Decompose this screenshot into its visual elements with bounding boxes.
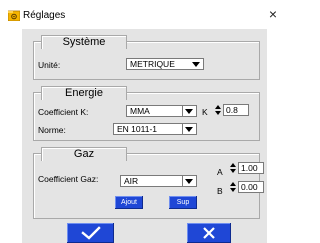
- coef-k-select[interactable]: MMA: [126, 105, 197, 117]
- norme-select[interactable]: EN 1011-1: [113, 123, 197, 135]
- ajout-button[interactable]: Ajout: [115, 196, 143, 209]
- energie-group-title: Energie: [41, 86, 127, 100]
- checkmark-icon: [80, 226, 101, 240]
- title-bar: Réglages ×: [0, 0, 283, 29]
- unite-label: Unité:: [38, 60, 61, 70]
- spin-down-icon: [230, 169, 236, 173]
- unite-select-value: METRIQUE: [130, 59, 175, 69]
- chevron-down-icon: [185, 109, 193, 114]
- norme-select-value: EN 1011-1: [117, 124, 158, 134]
- combo-separator: [182, 176, 183, 186]
- a-label: A: [217, 167, 223, 177]
- b-input[interactable]: 0.00: [238, 181, 264, 193]
- coef-gaz-label: Coefficient Gaz:: [38, 174, 99, 184]
- sup-button[interactable]: Sup: [169, 196, 197, 209]
- coef-gaz-select[interactable]: AIR: [120, 175, 197, 187]
- spin-down-icon: [215, 111, 221, 115]
- settings-dialog: Système Unité: METRIQUE Energie Coeffici…: [22, 29, 267, 243]
- spin-up-icon: [230, 163, 236, 167]
- k-label: K: [202, 107, 208, 117]
- a-input[interactable]: 1.00: [238, 162, 264, 174]
- x-icon: [203, 227, 215, 239]
- chevron-down-icon: [192, 62, 200, 67]
- coef-k-select-value: MMA: [130, 106, 150, 116]
- coef-gaz-select-value: AIR: [124, 176, 139, 186]
- norme-label: Norme:: [38, 125, 66, 135]
- window-title: Réglages: [23, 10, 66, 21]
- a-spinner[interactable]: [230, 162, 237, 174]
- spin-down-icon: [230, 188, 236, 192]
- k-input[interactable]: 0.8: [223, 104, 249, 116]
- gaz-group-title: Gaz: [41, 147, 127, 161]
- cancel-button[interactable]: [187, 223, 231, 243]
- systeme-group-title: Système: [41, 35, 127, 49]
- combo-separator: [182, 106, 183, 116]
- app-icon: [8, 10, 20, 21]
- coef-k-label: Coefficient K:: [38, 107, 89, 117]
- k-spinner[interactable]: [215, 104, 222, 116]
- unite-select[interactable]: METRIQUE: [126, 58, 204, 70]
- b-spinner[interactable]: [230, 181, 237, 193]
- chevron-down-icon: [185, 179, 193, 184]
- chevron-down-icon: [185, 127, 193, 132]
- combo-separator: [182, 124, 183, 134]
- b-label: B: [217, 186, 223, 196]
- spin-up-icon: [215, 105, 221, 109]
- close-button[interactable]: ×: [266, 6, 280, 22]
- spin-up-icon: [230, 182, 236, 186]
- ok-button[interactable]: [67, 223, 114, 243]
